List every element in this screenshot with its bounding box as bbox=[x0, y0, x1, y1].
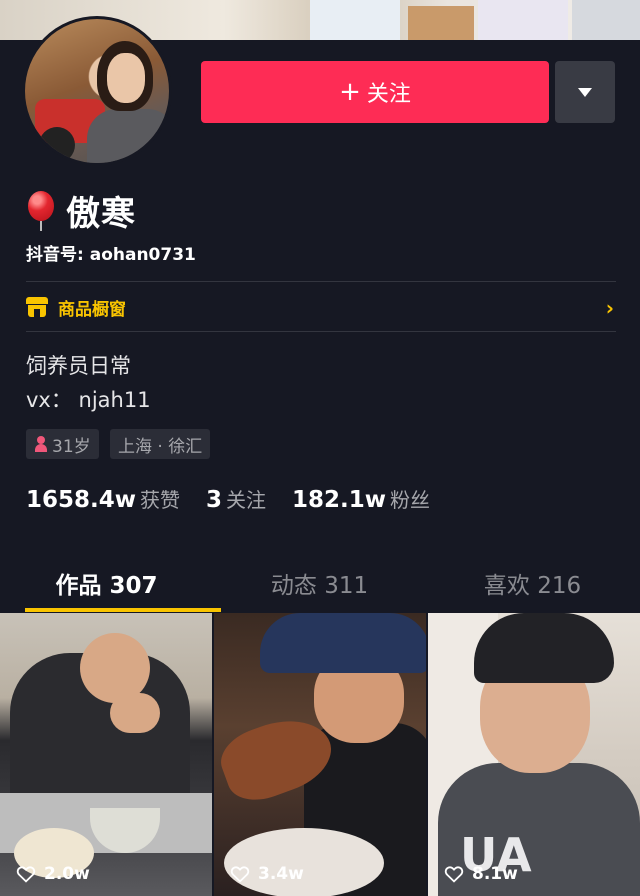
video-like-count: 8.1w bbox=[444, 864, 518, 884]
age-tag-label: 31岁 bbox=[52, 436, 91, 457]
recommend-dropdown-button[interactable] bbox=[555, 61, 615, 123]
location-tag: 上海 · 徐汇 bbox=[110, 429, 211, 459]
nickname-row: 傲寒 bbox=[26, 186, 136, 235]
divider bbox=[26, 281, 616, 282]
balloon-icon bbox=[26, 190, 56, 231]
like-count: 2.0w bbox=[44, 864, 90, 884]
followers-stat[interactable]: 182.1w 粉丝 bbox=[292, 484, 430, 513]
heart-icon bbox=[16, 866, 36, 883]
profile-tabs: 作品 307 动态 311 喜欢 216 bbox=[0, 560, 640, 612]
nickname: 傲寒 bbox=[66, 194, 136, 234]
location-tag-label: 上海 · 徐汇 bbox=[118, 436, 203, 457]
video-grid: 2.0w 3.4w UA 8.1w bbox=[0, 613, 640, 896]
tab-likes[interactable]: 喜欢 216 bbox=[426, 560, 639, 612]
caret-down-icon bbox=[578, 87, 592, 97]
female-icon bbox=[34, 436, 48, 452]
stat-value: 1658.4w bbox=[26, 487, 137, 513]
video-like-count: 3.4w bbox=[230, 864, 304, 884]
age-tag: 31岁 bbox=[26, 429, 99, 459]
like-count: 3.4w bbox=[258, 864, 304, 884]
heart-icon bbox=[444, 866, 464, 883]
likes-stat: 1658.4w 获赞 bbox=[26, 484, 180, 513]
chevron-right-icon: › bbox=[605, 296, 614, 320]
shop-window-label: 商品橱窗 bbox=[58, 299, 126, 320]
avatar[interactable] bbox=[22, 16, 172, 166]
bio-line: 饲养员日常 bbox=[26, 354, 131, 378]
stat-label: 获赞 bbox=[140, 488, 181, 512]
stat-value: 182.1w bbox=[292, 487, 387, 513]
like-count: 8.1w bbox=[472, 864, 518, 884]
following-stat[interactable]: 3 关注 bbox=[206, 484, 266, 513]
shop-window-link[interactable]: 商品橱窗 › bbox=[26, 290, 616, 324]
video-like-count: 2.0w bbox=[16, 864, 90, 884]
shop-icon bbox=[26, 297, 48, 317]
divider bbox=[26, 331, 616, 332]
tab-works[interactable]: 作品 307 bbox=[0, 560, 221, 612]
heart-icon bbox=[230, 866, 250, 883]
video-thumbnail[interactable]: UA 8.1w bbox=[428, 613, 640, 896]
tab-moments[interactable]: 动态 311 bbox=[213, 560, 426, 612]
follow-button[interactable]: + 关注 bbox=[201, 61, 549, 123]
stat-label: 关注 bbox=[226, 488, 267, 512]
video-thumbnail[interactable]: 3.4w bbox=[214, 613, 426, 896]
plus-icon: + bbox=[339, 77, 361, 107]
stat-label: 粉丝 bbox=[390, 488, 431, 512]
stat-value: 3 bbox=[206, 487, 223, 513]
profile-stats: 1658.4w 获赞 3 关注 182.1w 粉丝 bbox=[26, 484, 456, 513]
douyin-id: 抖音号: aohan0731 bbox=[26, 245, 196, 265]
video-thumbnail[interactable]: 2.0w bbox=[0, 613, 212, 896]
bio-line: vx： njah11 bbox=[26, 388, 151, 412]
follow-button-label: 关注 bbox=[366, 82, 411, 107]
